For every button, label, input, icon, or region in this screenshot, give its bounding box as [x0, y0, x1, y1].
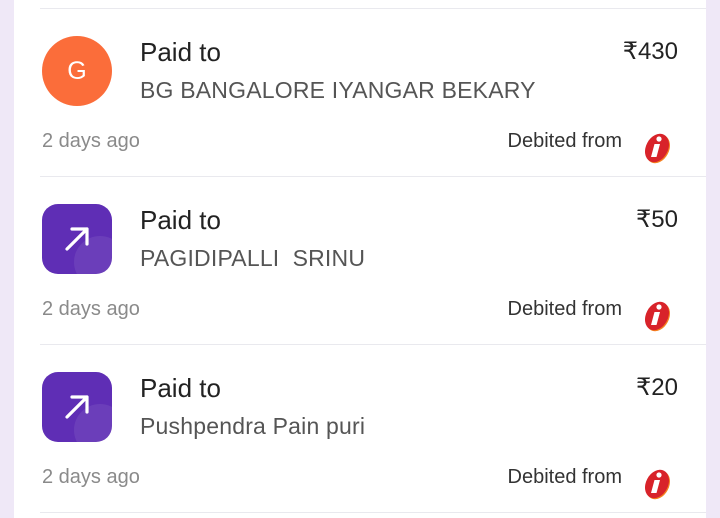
avatar-letter: G	[67, 56, 87, 85]
transaction-amount: ₹430	[622, 38, 678, 65]
debited-from-label: Debited from	[507, 466, 623, 488]
transaction-item[interactable]: G Paid to BG BANGALORE IYANGAR BEKARY ₹4…	[14, 9, 706, 177]
payee-name: Pushpendra Pain puri	[140, 413, 366, 439]
transaction-time: 2 days ago	[42, 130, 140, 152]
transaction-list: G Paid to BG BANGALORE IYANGAR BEKARY ₹4…	[14, 0, 706, 518]
payee-avatar	[42, 372, 112, 442]
transaction-time: 2 days ago	[42, 298, 140, 320]
payee-name: PAGIDIPALLI SRINU	[140, 245, 366, 271]
transaction-amount: ₹50	[636, 206, 678, 233]
arrow-up-right-icon	[65, 395, 89, 419]
payee-avatar: G	[42, 36, 112, 106]
arrow-up-right-icon	[65, 227, 89, 251]
transaction-title: Paid to	[140, 205, 221, 235]
payee-avatar	[42, 204, 112, 274]
transaction-amount: ₹20	[636, 374, 678, 401]
payee-name: BG BANGALORE IYANGAR BEKARY	[140, 77, 536, 103]
transaction-title: Paid to	[140, 37, 221, 67]
transaction-title: Paid to	[140, 373, 221, 403]
list-divider	[40, 512, 706, 513]
transaction-item[interactable]: Paid to Pushpendra Pain puri ₹20 2 days …	[14, 345, 706, 513]
transaction-time: 2 days ago	[42, 466, 140, 488]
debited-from-label: Debited from	[507, 130, 623, 152]
transaction-item[interactable]: Paid to PAGIDIPALLI SRINU ₹50 2 days ago…	[14, 177, 706, 345]
debited-from-label: Debited from	[507, 298, 623, 320]
icici-bank-icon	[645, 301, 670, 332]
icici-bank-icon	[645, 469, 670, 500]
icici-bank-icon	[645, 133, 670, 164]
